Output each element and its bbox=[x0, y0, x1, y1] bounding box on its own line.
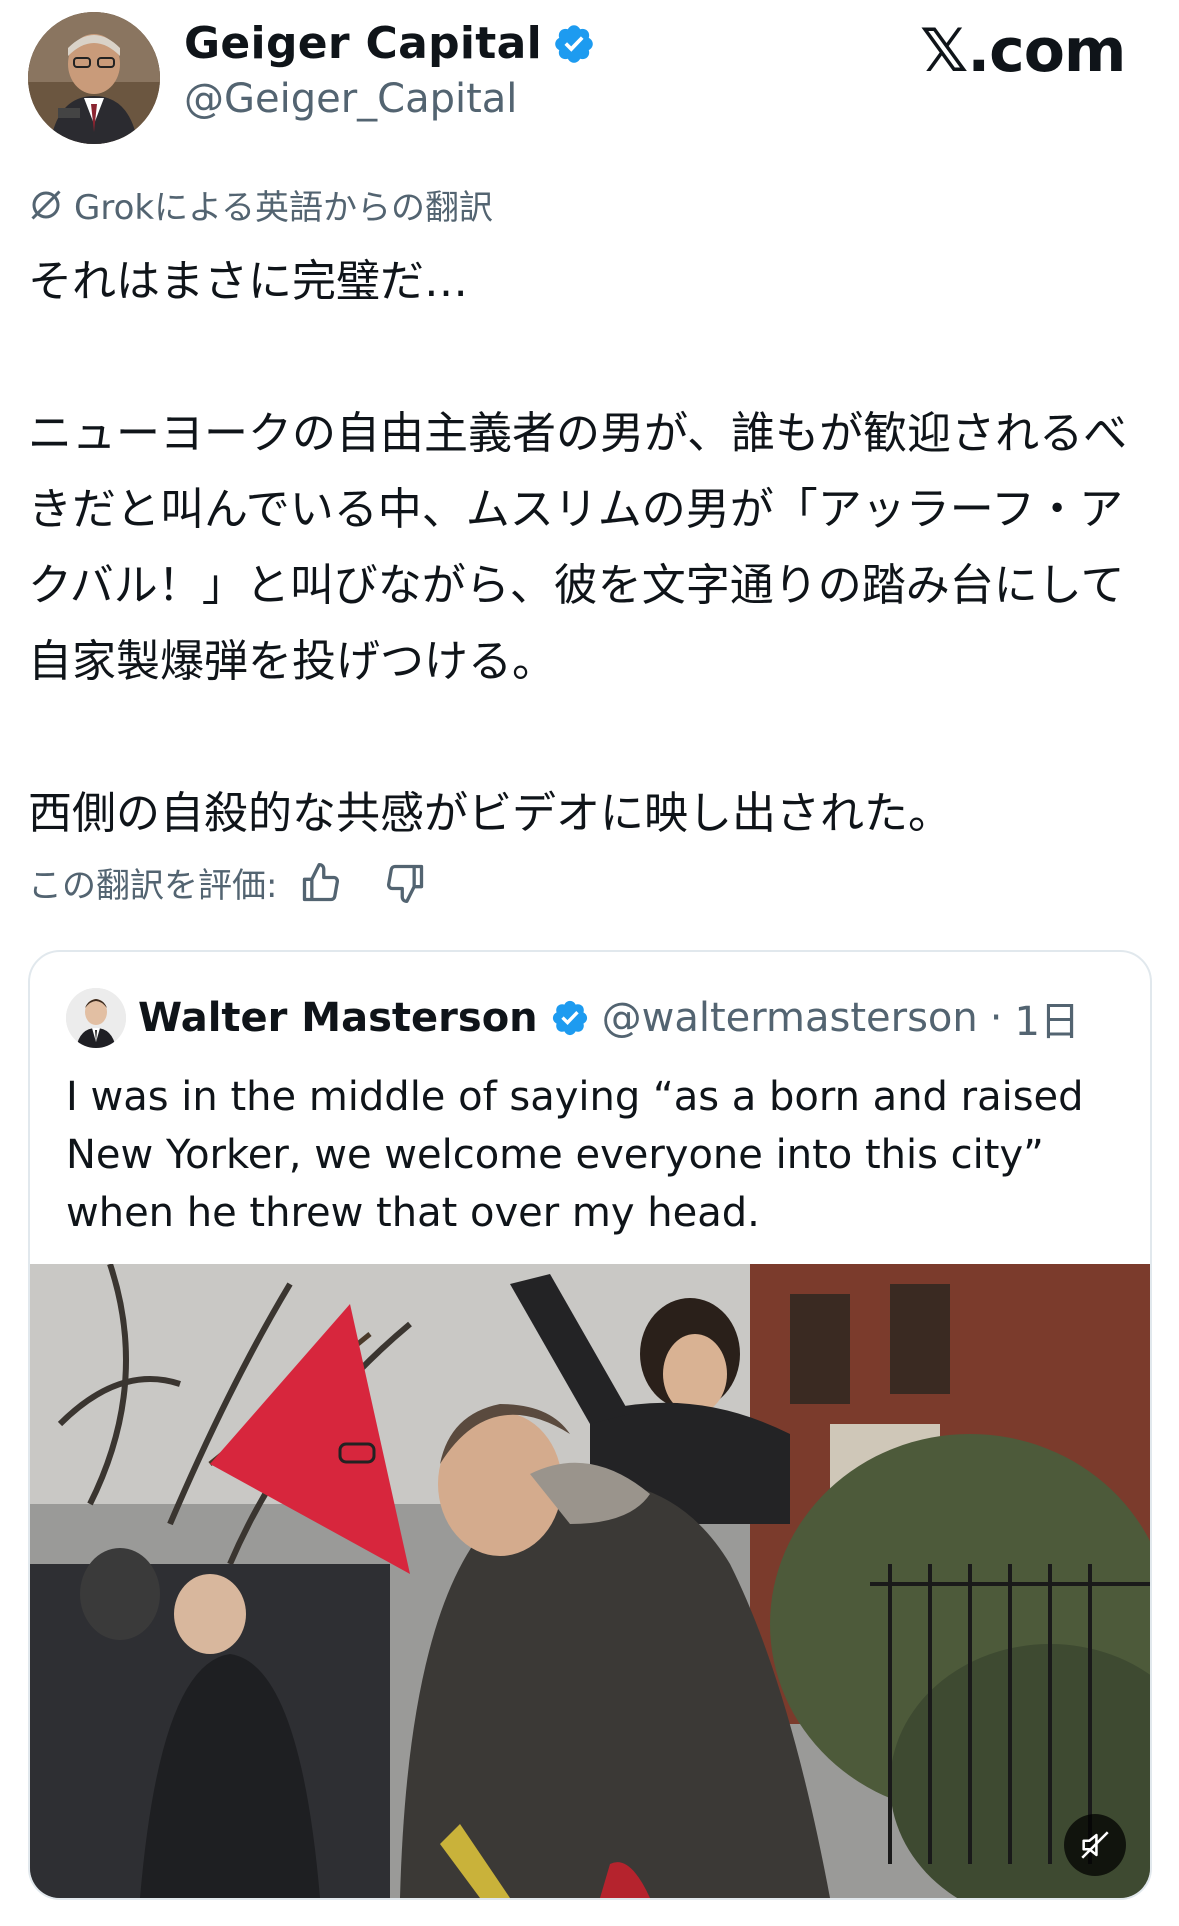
verified-badge-icon bbox=[555, 24, 593, 63]
mute-toggle-button[interactable] bbox=[1064, 1814, 1126, 1876]
author-handle[interactable]: @Geiger_Capital bbox=[184, 76, 517, 122]
quoted-author-avatar[interactable] bbox=[66, 988, 126, 1048]
quoted-handle[interactable]: @waltermasterson bbox=[602, 995, 978, 1041]
verified-badge-icon bbox=[552, 1000, 587, 1036]
grok-icon bbox=[31, 189, 61, 220]
quoted-text: I was in the middle of saying “as a born… bbox=[66, 1074, 1084, 1236]
quoted-separator: · bbox=[989, 995, 1003, 1041]
author-display-name[interactable]: Geiger Capital bbox=[184, 18, 542, 69]
translation-label-row: Grokによる英語からの翻訳 bbox=[28, 180, 493, 229]
rate-translation-row: この翻訳を評価: bbox=[28, 858, 427, 907]
quoted-time[interactable]: 1日 bbox=[1014, 989, 1079, 1047]
thumbs-up-icon[interactable] bbox=[299, 861, 343, 905]
quoted-display-name[interactable]: Walter Masterson bbox=[138, 995, 538, 1041]
site-label: 𝕏.com bbox=[920, 16, 1126, 86]
video-frame bbox=[30, 1264, 1150, 1898]
thumbs-down-icon[interactable] bbox=[383, 861, 427, 905]
rate-label: この翻訳を評価: bbox=[28, 866, 278, 906]
author-name-row: Geiger Capital bbox=[184, 18, 596, 69]
quoted-post-card[interactable]: Walter Masterson @waltermasterson · 1日 I… bbox=[28, 950, 1152, 1900]
quoted-video[interactable] bbox=[30, 1264, 1150, 1898]
post-text: それはまさに完璧だ… ニューヨークの自由主義者の男が、誰もが歓迎されるべきだと叫… bbox=[28, 256, 1128, 839]
translation-label: Grokによる英語からの翻訳 bbox=[74, 188, 494, 228]
quoted-header: Walter Masterson @waltermasterson · 1日 bbox=[66, 988, 1080, 1048]
muted-speaker-icon bbox=[1081, 1831, 1109, 1859]
author-avatar[interactable] bbox=[28, 12, 160, 144]
